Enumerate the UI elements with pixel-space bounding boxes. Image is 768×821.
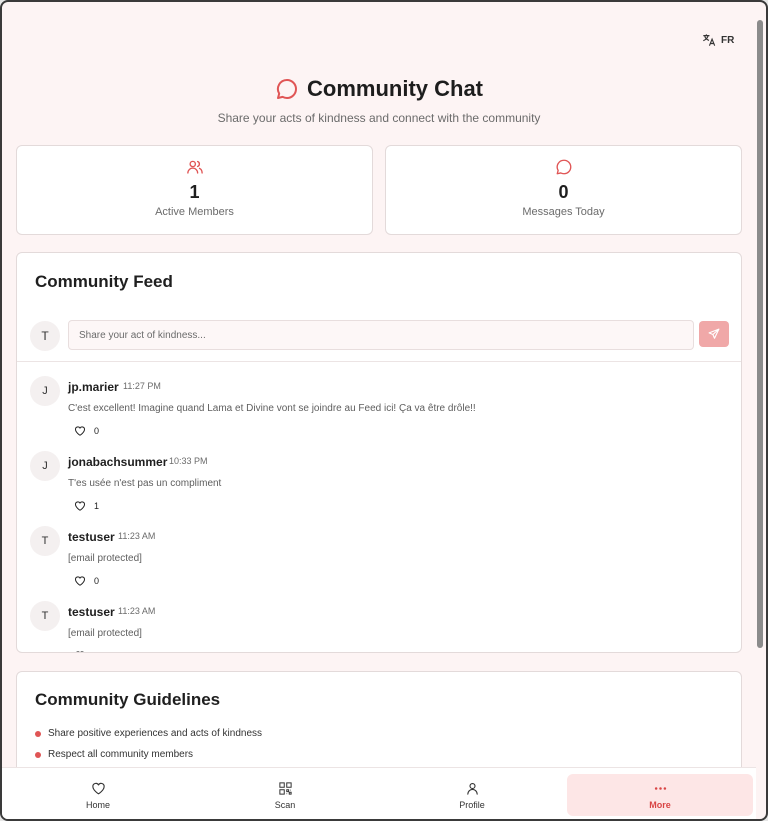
guideline-text: Share positive experiences and acts of k… [48, 728, 263, 739]
feed-post: J jp.marier 11:27 PM C'est excellent! Im… [30, 376, 720, 451]
feed-post: J jonabachsummer 10:33 PM T'es usée n'es… [30, 451, 720, 526]
post-avatar: J [30, 376, 60, 406]
nav-home-label: Home [85, 799, 110, 810]
page-header: Community Chat [2, 76, 756, 102]
translate-icon [703, 34, 716, 46]
community-feed-card: Community Feed T J jp.marier 11:27 PM C'… [16, 252, 742, 653]
active-members-label: Active Members [155, 206, 234, 218]
guideline-item: Share positive experiences and acts of k… [35, 728, 262, 739]
bottom-nav: Home Scan Profile More [2, 767, 756, 819]
bullet-icon [35, 730, 41, 737]
feed-post: T testuser 11:23 AM [email protected] 0 [30, 526, 720, 601]
nav-scan-label: Scan [274, 799, 296, 810]
nav-more[interactable]: More [567, 774, 753, 816]
scrollbar-thumb[interactable] [757, 20, 763, 648]
like-count: 1 [94, 501, 100, 511]
post-text: T'es usée n'est pas un compliment [68, 478, 222, 489]
post-time: 11:23 AM [118, 606, 156, 616]
messages-today-card: 0 Messages Today [385, 145, 742, 235]
user-icon [466, 782, 478, 795]
nav-home[interactable]: Home [5, 774, 191, 816]
heart-icon [91, 782, 105, 794]
compose-input[interactable] [68, 320, 694, 350]
feed-title: Community Feed [35, 272, 173, 291]
active-members-count: 1 [189, 182, 200, 202]
bullet-icon [35, 751, 41, 758]
heart-icon [76, 651, 84, 652]
more-dots-icon [654, 786, 666, 790]
post-author[interactable]: testuser [68, 530, 115, 544]
post-author[interactable]: jp.marier [68, 380, 119, 394]
heart-icon [75, 576, 85, 586]
like-count: 0 [94, 576, 100, 586]
nav-profile[interactable]: Profile [379, 774, 565, 816]
chat-bubble-icon [556, 159, 571, 175]
chat-bubble-icon [276, 78, 297, 99]
like-button[interactable]: 0 [74, 425, 99, 437]
send-icon [708, 328, 720, 339]
users-icon [186, 160, 203, 174]
language-toggle[interactable]: FR [702, 33, 734, 47]
feed-divider [17, 361, 741, 362]
scrollbar[interactable] [756, 14, 764, 814]
like-count: 0 [94, 426, 100, 436]
post-time: 11:23 AM [118, 531, 156, 541]
nav-profile-label: Profile [459, 799, 485, 810]
post-time: 11:27 PM [123, 381, 161, 391]
feed-post: T testuser 11:23 AM [email protected] 0 [30, 601, 720, 652]
post-time: 10:33 PM [169, 456, 208, 466]
guidelines-title: Community Guidelines [35, 690, 221, 709]
guideline-text: Respect all community members [48, 749, 194, 760]
messages-today-label: Messages Today [522, 206, 605, 218]
like-button[interactable]: 0 [74, 650, 99, 652]
heart-icon [75, 501, 85, 511]
nav-scan[interactable]: Scan [192, 774, 378, 816]
app-window: FR Community Chat Share your acts of kin… [0, 0, 768, 821]
active-members-card: 1 Active Members [16, 145, 373, 235]
nav-more-label: More [649, 799, 671, 810]
guideline-item: Respect all community members [35, 749, 193, 760]
post-author[interactable]: jonabachsummer [68, 455, 167, 469]
page-subtitle: Share your acts of kindness and connect … [217, 111, 541, 125]
qr-code-icon [278, 781, 292, 795]
compose-avatar: T [30, 321, 60, 351]
messages-today-count: 0 [558, 182, 569, 202]
like-count: 0 [94, 651, 99, 652]
post-text: [email protected] [68, 553, 142, 564]
send-button[interactable] [699, 321, 729, 347]
like-button[interactable]: 0 [74, 575, 99, 587]
post-avatar: T [30, 526, 60, 556]
heart-icon [75, 426, 85, 436]
page-title: Community Chat [307, 76, 483, 101]
like-button[interactable]: 1 [74, 500, 99, 512]
post-avatar: T [30, 601, 60, 631]
post-author[interactable]: testuser [68, 605, 115, 619]
post-text: C'est excellent! Imagine quand Lama et D… [68, 403, 476, 414]
post-avatar: J [30, 451, 60, 481]
post-text: [email protected] [68, 628, 142, 639]
language-label: FR [721, 34, 735, 46]
